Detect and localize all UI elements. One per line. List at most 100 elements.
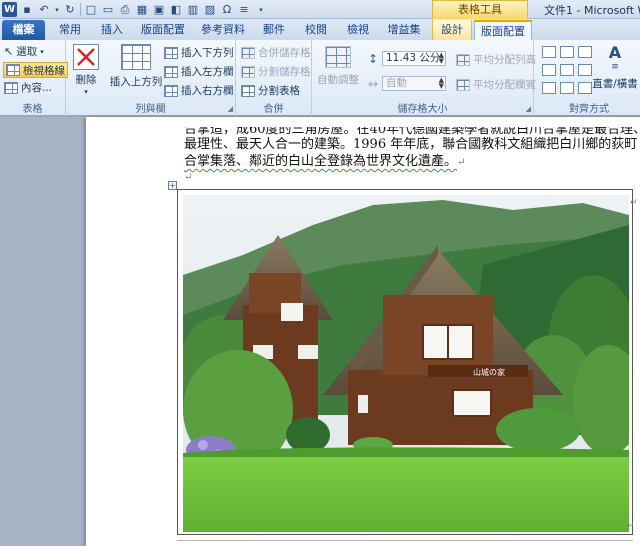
group-rows-columns: 刪除 ▾ 插入上方列 插入下方列 插入左方欄 插入右方欄 列與欄 ◢ (66, 40, 236, 116)
column-width-value: 自動 (386, 77, 407, 89)
row-height-value: 11.43 公分 (386, 52, 441, 64)
tab-addins[interactable]: 增益集 (385, 20, 423, 40)
merge-cells-label: 合併儲存格 (258, 47, 311, 59)
image-icon[interactable]: ▨ (203, 3, 217, 17)
split-table-label: 分割表格 (258, 85, 300, 97)
text-direction-label: 直書/橫書 (592, 78, 638, 90)
tab-file[interactable]: 檔案 (2, 20, 45, 40)
distribute-rows-label: 平均分配列高 (473, 54, 536, 66)
row-end-mark-icon: ↵ (627, 521, 635, 531)
tab-mailings[interactable]: 郵件 (259, 20, 289, 40)
align-center-left-icon[interactable] (542, 64, 556, 76)
align-bottom-right-icon[interactable] (578, 82, 592, 94)
tab-design[interactable]: 設計 (432, 20, 472, 40)
group-label: 儲存格大小 (397, 104, 448, 115)
redo-icon[interactable]: ↻ (63, 3, 77, 17)
group-label: 對齊方式 (569, 104, 609, 115)
paragraph-mark-icon: ↵ (457, 157, 466, 168)
insert-right-button[interactable]: 插入右方欄 (164, 83, 234, 98)
align-top-right-icon[interactable] (578, 46, 592, 58)
open-folder-icon[interactable]: ▭ (101, 3, 115, 17)
spinner-arrows-icon[interactable]: ▲ ▼ (439, 52, 444, 65)
inline-photo[interactable]: 山城の家 (183, 195, 629, 532)
align-bottom-left-icon[interactable] (542, 82, 556, 94)
word-logo-icon[interactable]: W (2, 2, 17, 17)
paragraph-line-text: 合掌集落、鄰近的白山全登錄為世界文化遺產。 (184, 154, 458, 169)
symbol-omega-icon[interactable]: Ω (220, 3, 234, 17)
customize-toolbar-icon[interactable]: ▾ (254, 3, 268, 17)
row-height-input[interactable]: 11.43 公分 ▲ ▼ (382, 51, 446, 66)
select-button[interactable]: ↖ 選取 ▾ (4, 44, 44, 59)
undo-icon[interactable]: ↶ (37, 3, 51, 17)
quick-access-toolbar: W ▪ ↶ ▾ ↻ □ ▭ ⎙ ▦ ▣ ◧ ▥ ▨ Ω ≡ ▾ (2, 1, 268, 18)
split-cells-button[interactable]: 分割儲存格 (241, 64, 311, 79)
text-direction-lines-icon: ≡ (611, 62, 619, 72)
align-center-right-icon[interactable] (578, 64, 592, 76)
ribbon: ↖ 選取 ▾ 檢視格線 內容... 表格 刪除 ▾ 插入上方列 插入下方列 插入… (0, 40, 640, 116)
tab-insert[interactable]: 插入 (97, 20, 127, 40)
insert-above-button[interactable]: 插入上方列 (110, 44, 162, 89)
spinner-arrows-icon[interactable]: ▲ ▼ (439, 77, 444, 90)
split-cells-icon (241, 65, 255, 78)
align-center-icon[interactable] (560, 64, 574, 76)
delete-button[interactable]: 刪除 ▾ (70, 44, 102, 96)
table-icon[interactable]: ▦ (135, 3, 149, 17)
group-cell-size: 自動調整 ↕ 11.43 公分 ▲ ▼ ↔ 自動 ▲ ▼ 平均分配列高 平均分配欄寬… (312, 40, 536, 116)
insert-right-label: 插入右方欄 (181, 85, 234, 97)
insert-below-button[interactable]: 插入下方列 (164, 45, 234, 60)
text-direction-button[interactable]: A ≡ 直書/橫書 (592, 44, 638, 91)
toolbar-separator (80, 3, 81, 16)
insert-above-label: 插入上方列 (109, 76, 163, 88)
merge-cells-button[interactable]: 合併儲存格 (241, 45, 311, 60)
save-icon[interactable]: ▪ (20, 3, 34, 17)
paragraph-mark-icon: ↵ (184, 172, 193, 183)
tab-page-layout[interactable]: 版面配置 (139, 20, 187, 40)
tab-view[interactable]: 檢視 (343, 20, 373, 40)
group-label: 表格 (22, 104, 43, 115)
tab-references[interactable]: 參考資料 (199, 20, 247, 40)
delete-label: 刪除 (75, 74, 97, 86)
tab-review[interactable]: 校閱 (301, 20, 331, 40)
dialog-launcher-icon[interactable]: ◢ (526, 105, 531, 113)
paragraph-line-text: 最理性、最天人合一的建築。1996 年年底，聯合國教科文組織把白川鄉的荻町 (184, 137, 638, 152)
insert-column-left-icon (164, 65, 178, 78)
distribute-columns-button[interactable]: 平均分配欄寬 (456, 77, 536, 92)
distribute-rows-button[interactable]: 平均分配列高 (456, 52, 536, 67)
picture-icon[interactable]: ▣ (152, 3, 166, 17)
group-alignment: A ≡ 直書/橫書 對齊方式 (534, 40, 640, 116)
group-label: 列與欄 (135, 104, 166, 115)
dropdown-arrow-icon[interactable]: ▾ (54, 3, 60, 17)
equation-icon[interactable]: ≡ (237, 3, 251, 17)
autofit-button[interactable]: 自動調整 (316, 46, 360, 87)
properties-label: 內容... (21, 82, 53, 94)
new-document-icon[interactable]: □ (84, 3, 98, 17)
column-width-icon: ↔ (368, 77, 379, 91)
align-top-left-icon[interactable] (542, 46, 556, 58)
group-table: ↖ 選取 ▾ 檢視格線 內容... 表格 (0, 40, 68, 116)
tab-layout[interactable]: 版面配置 (474, 20, 532, 40)
properties-button[interactable]: 內容... (4, 80, 52, 95)
paragraph-line[interactable]: 合掌集落、鄰近的白山全登錄為世界文化遺產。↵ (184, 153, 465, 171)
chart-icon[interactable]: ▥ (186, 3, 200, 17)
view-gridlines-label: 檢視格線 (23, 64, 65, 77)
column-width-input[interactable]: 自動 ▲ ▼ (382, 76, 446, 91)
align-top-center-icon[interactable] (560, 46, 574, 58)
insert-row-above-icon (121, 44, 151, 70)
shapes-icon[interactable]: ◧ (169, 3, 183, 17)
split-table-button[interactable]: 分割表格 (241, 83, 300, 98)
properties-icon (4, 81, 18, 94)
table-move-handle-icon[interactable]: + (168, 181, 177, 190)
group-label: 合併 (263, 104, 284, 115)
table-bottom-border (177, 540, 633, 541)
paragraph-line[interactable]: 最理性、最天人合一的建築。1996 年年底，聯合國教科文組織把白川鄉的荻町 (184, 136, 637, 154)
photo-graphic: 山城の家 (183, 195, 629, 532)
print-preview-icon[interactable]: ⎙ (118, 3, 132, 17)
align-bottom-center-icon[interactable] (560, 82, 574, 94)
insert-column-right-icon (164, 84, 178, 97)
insert-below-label: 插入下方列 (181, 47, 234, 59)
insert-left-label: 插入左方欄 (181, 66, 234, 78)
view-gridlines-button[interactable]: 檢視格線 (3, 62, 68, 78)
dialog-launcher-icon[interactable]: ◢ (228, 105, 233, 113)
insert-left-button[interactable]: 插入左方欄 (164, 64, 234, 79)
tab-home[interactable]: 常用 (55, 20, 85, 40)
